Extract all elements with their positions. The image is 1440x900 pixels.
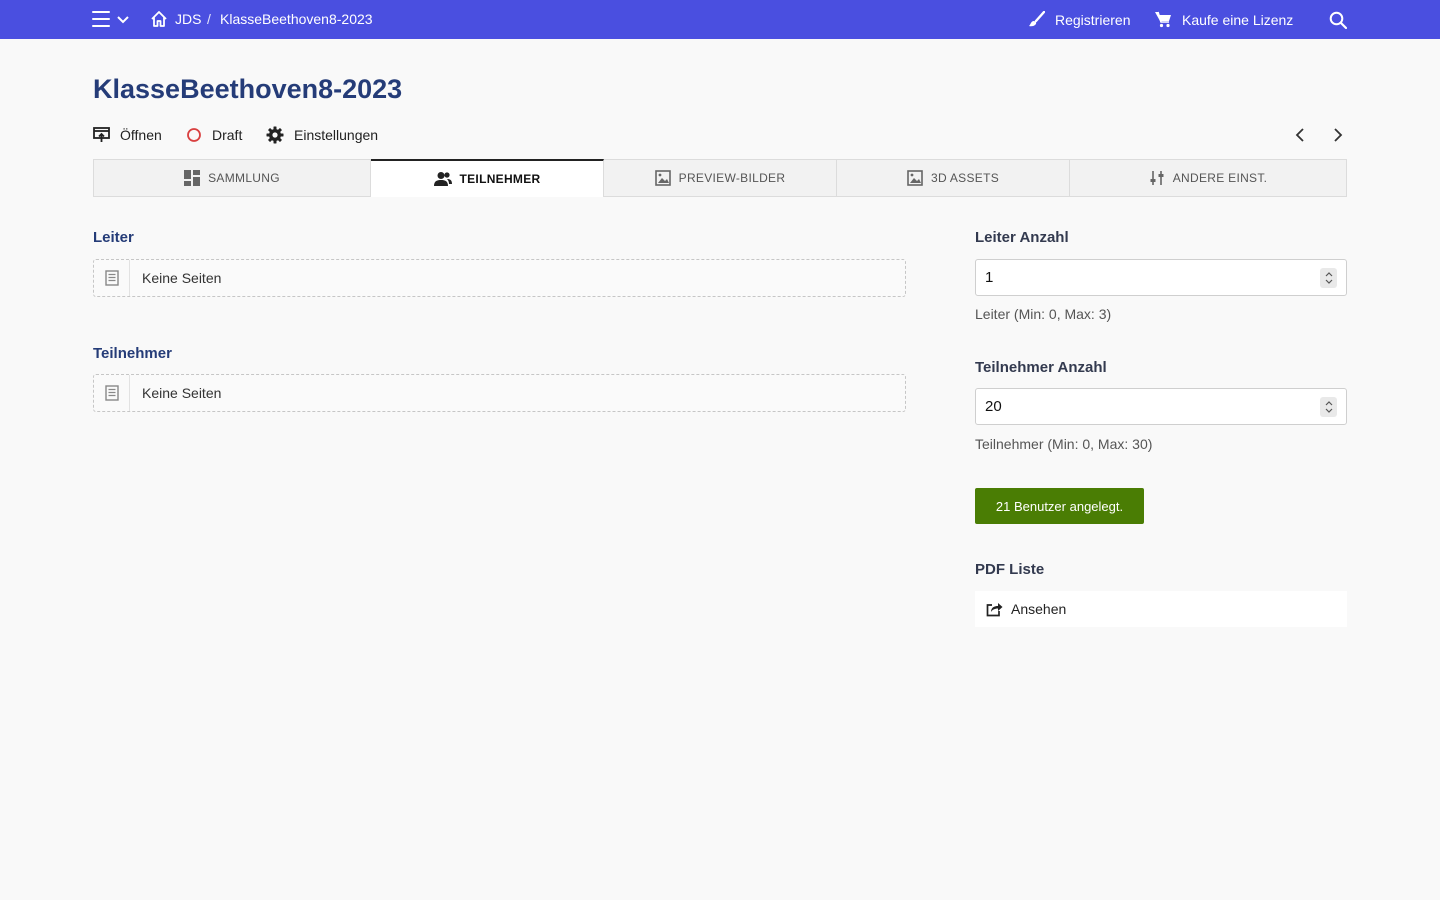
buy-license-label: Kaufe eine Lizenz	[1182, 11, 1294, 28]
chevron-up-icon	[1325, 401, 1332, 406]
participant-count-label: Teilnehmer Anzahl	[975, 359, 1107, 376]
pdf-view-button[interactable]: Ansehen	[975, 591, 1347, 627]
search-icon[interactable]	[1329, 11, 1347, 29]
users-created-button[interactable]: 21 Benutzer angelegt.	[975, 488, 1144, 524]
leader-empty-text: Keine Seiten	[142, 270, 222, 286]
chevron-right-icon[interactable]	[1332, 126, 1344, 144]
chevron-down-icon[interactable]	[117, 10, 129, 28]
leader-count-label: Leiter Anzahl	[975, 229, 1069, 246]
hamburger-icon[interactable]	[92, 11, 110, 27]
register-label: Registrieren	[1055, 11, 1131, 28]
tab-preview-images[interactable]: PREVIEW-BILDER	[604, 159, 837, 197]
image-icon	[654, 170, 671, 186]
gear-icon	[266, 126, 284, 144]
leader-pages-dropzone[interactable]: Keine Seiten	[93, 259, 906, 297]
tab-bar: SAMMLUNG TEILNEHMER PREVIEW-BILDER 3D AS…	[93, 159, 1347, 197]
page-title: KlasseBeethoven8-2023	[93, 74, 403, 104]
register-link[interactable]: Registrieren	[1028, 0, 1130, 39]
leader-count-value: 1	[985, 269, 994, 286]
leader-count-hint: Leiter (Min: 0, Max: 3)	[975, 306, 1112, 322]
participants-pages-dropzone[interactable]: Keine Seiten	[93, 374, 906, 412]
home-icon[interactable]	[150, 10, 168, 28]
document-icon	[94, 260, 130, 296]
participants-section-label: Teilnehmer	[93, 345, 172, 362]
breadcrumb-jds[interactable]: JDS	[175, 11, 201, 27]
chevron-up-icon	[1325, 272, 1332, 277]
tab-label: 3D ASSETS	[930, 171, 1000, 185]
settings-button[interactable]: Einstellungen	[266, 124, 378, 146]
chevron-down-icon	[1325, 279, 1332, 284]
document-icon	[94, 375, 130, 411]
grid-icon	[184, 170, 201, 186]
participant-count-input[interactable]: 20	[975, 388, 1347, 425]
open-icon	[93, 127, 110, 142]
participant-count-hint: Teilnehmer (Min: 0, Max: 30)	[975, 436, 1153, 452]
leader-section-label: Leiter	[93, 229, 134, 246]
leader-count-input[interactable]: 1	[975, 259, 1347, 296]
tab-collection[interactable]: SAMMLUNG	[93, 159, 371, 197]
users-icon	[433, 172, 452, 186]
participants-empty-text: Keine Seiten	[142, 385, 222, 401]
tab-3d-assets[interactable]: 3D ASSETS	[837, 159, 1070, 197]
breadcrumb-separator: /	[207, 11, 211, 27]
participant-count-stepper[interactable]	[1320, 397, 1337, 417]
tab-label: TEILNEHMER	[459, 172, 541, 186]
leader-count-stepper[interactable]	[1320, 268, 1337, 288]
pdf-view-label: Ansehen	[1011, 601, 1067, 617]
tab-label: ANDERE EINST.	[1172, 171, 1268, 185]
tab-other-settings[interactable]: ANDERE EINST.	[1070, 159, 1347, 197]
chevron-down-icon	[1325, 408, 1332, 413]
buy-license-link[interactable]: Kaufe eine Lizenz	[1154, 0, 1293, 39]
tab-label: PREVIEW-BILDER	[678, 171, 786, 185]
draft-status[interactable]: Draft	[186, 124, 242, 146]
status-circle-icon	[187, 128, 201, 142]
open-button[interactable]: Öffnen	[93, 124, 162, 146]
tab-participants[interactable]: TEILNEHMER	[371, 159, 604, 197]
chevron-left-icon[interactable]	[1294, 126, 1306, 144]
tab-label: SAMMLUNG	[208, 171, 280, 185]
brush-icon	[1029, 11, 1045, 27]
image-icon	[907, 170, 923, 186]
share-external-icon	[986, 603, 1003, 617]
draft-label: Draft	[212, 127, 243, 143]
open-label: Öffnen	[120, 127, 162, 143]
participant-count-value: 20	[985, 398, 1002, 415]
cart-icon	[1155, 11, 1171, 28]
breadcrumb-current[interactable]: KlasseBeethoven8-2023	[220, 11, 373, 27]
sliders-icon	[1150, 171, 1164, 185]
settings-label: Einstellungen	[294, 127, 379, 143]
pdf-list-label: PDF Liste	[975, 561, 1045, 578]
top-navbar: JDS / KlasseBeethoven8-2023 Registrieren…	[0, 0, 1440, 39]
